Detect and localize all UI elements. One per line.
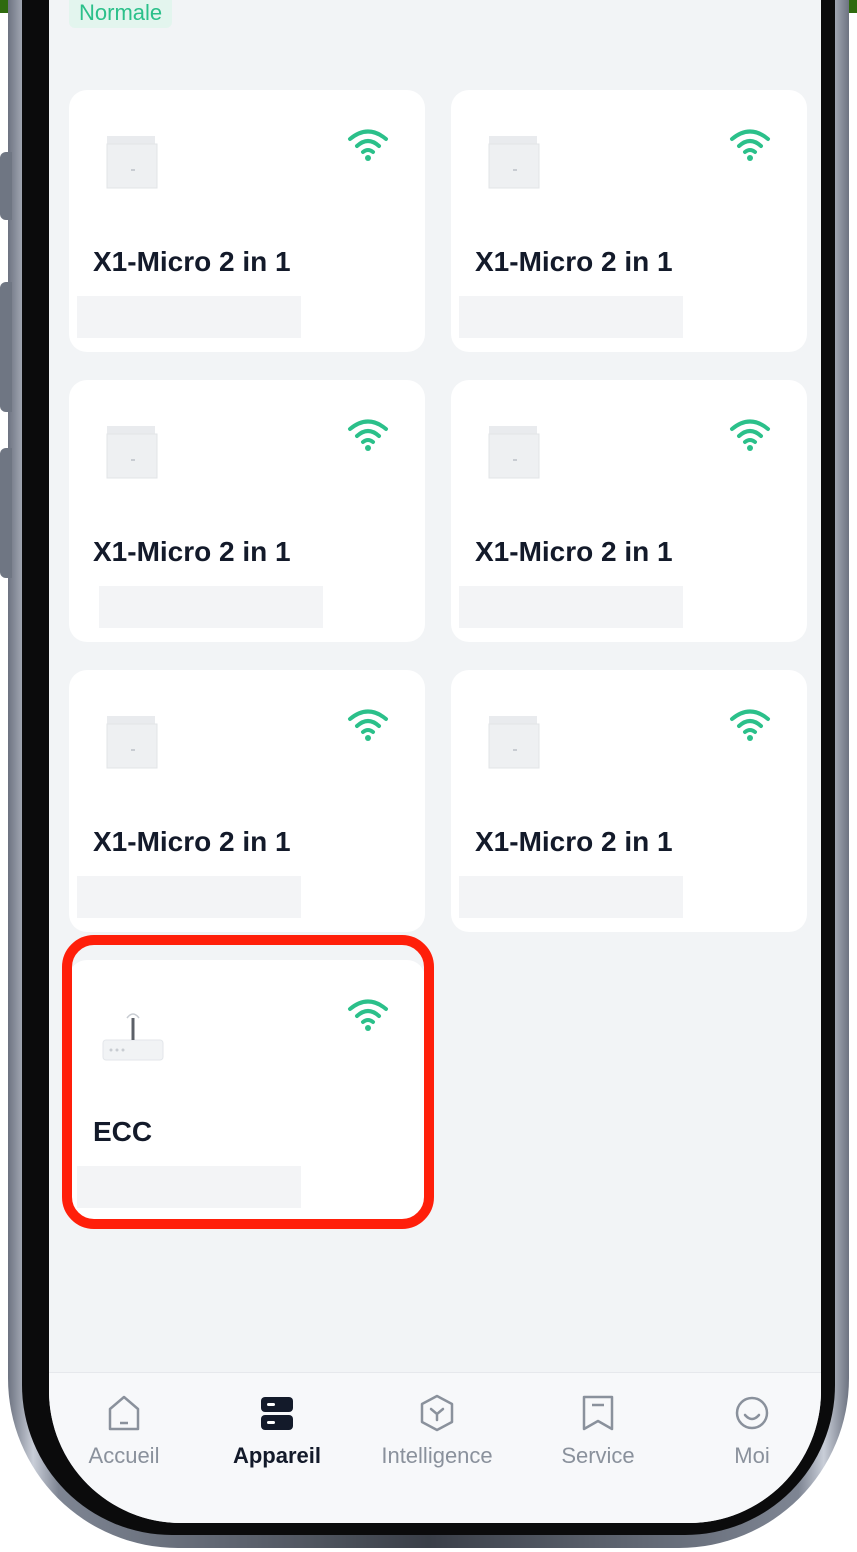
device-card[interactable]: X1-Micro 2 in 1 [451, 90, 807, 352]
phone-volume-down-button [0, 448, 12, 578]
wifi-icon [348, 419, 388, 451]
service-icon [582, 1395, 614, 1431]
tab-moi[interactable]: Moi [692, 1373, 812, 1493]
device-serial-redacted [459, 586, 683, 628]
device-name: X1-Micro 2 in 1 [93, 246, 291, 277]
tab-label: Service [561, 1443, 635, 1468]
inverter-icon [488, 716, 540, 769]
tab-accueil[interactable]: Accueil [64, 1373, 184, 1493]
wifi-icon [348, 129, 388, 161]
device-serial-redacted [459, 296, 683, 338]
wifi-icon [730, 129, 770, 161]
tab-service[interactable]: Service [538, 1373, 658, 1493]
device-card[interactable]: X1-Micro 2 in 1 [451, 670, 807, 932]
tab-appareil[interactable]: Appareil [217, 1373, 337, 1493]
device-card[interactable]: X1-Micro 2 in 1 [69, 90, 425, 352]
tab-label: Intelligence [381, 1443, 493, 1468]
device-serial-redacted [459, 876, 683, 918]
inverter-icon [106, 426, 158, 479]
wifi-icon [348, 709, 388, 741]
tab-label: Appareil [232, 1443, 322, 1468]
device-card[interactable]: X1-Micro 2 in 1 [69, 380, 425, 642]
device-icon [261, 1397, 293, 1430]
app-screen: Normale X1-Micro 2 in 1 X1-Micro 2 in 1 … [49, 0, 821, 1523]
inverter-icon [106, 716, 158, 769]
profile-icon [735, 1396, 769, 1430]
inverter-icon [106, 136, 158, 189]
device-name: X1-Micro 2 in 1 [93, 536, 291, 567]
device-name: X1-Micro 2 in 1 [93, 826, 291, 857]
wifi-icon [730, 419, 770, 451]
status-badge: Normale [69, 0, 173, 28]
device-serial-redacted [77, 296, 301, 338]
wifi-icon [730, 709, 770, 741]
device-card[interactable]: X1-Micro 2 in 1 [69, 670, 425, 932]
device-name: X1-Micro 2 in 1 [475, 246, 673, 277]
inverter-icon [488, 426, 540, 479]
bottom-tab-bar: Accueil Appareil Intelligence Service Mo… [49, 1372, 821, 1523]
phone-volume-up-button [0, 282, 12, 412]
tab-intelligence[interactable]: Intelligence [377, 1373, 497, 1493]
device-name: X1-Micro 2 in 1 [475, 826, 673, 857]
device-card[interactable]: X1-Micro 2 in 1 [451, 380, 807, 642]
device-serial-redacted [99, 586, 323, 628]
inverter-icon [488, 136, 540, 189]
home-icon [108, 1395, 140, 1431]
device-name: X1-Micro 2 in 1 [475, 536, 673, 567]
tab-label: Moi [734, 1443, 770, 1468]
phone-side-button [0, 152, 12, 220]
tab-label: Accueil [88, 1443, 160, 1468]
intelligence-icon [420, 1394, 454, 1432]
highlight-box [62, 935, 434, 1229]
device-serial-redacted [77, 876, 301, 918]
